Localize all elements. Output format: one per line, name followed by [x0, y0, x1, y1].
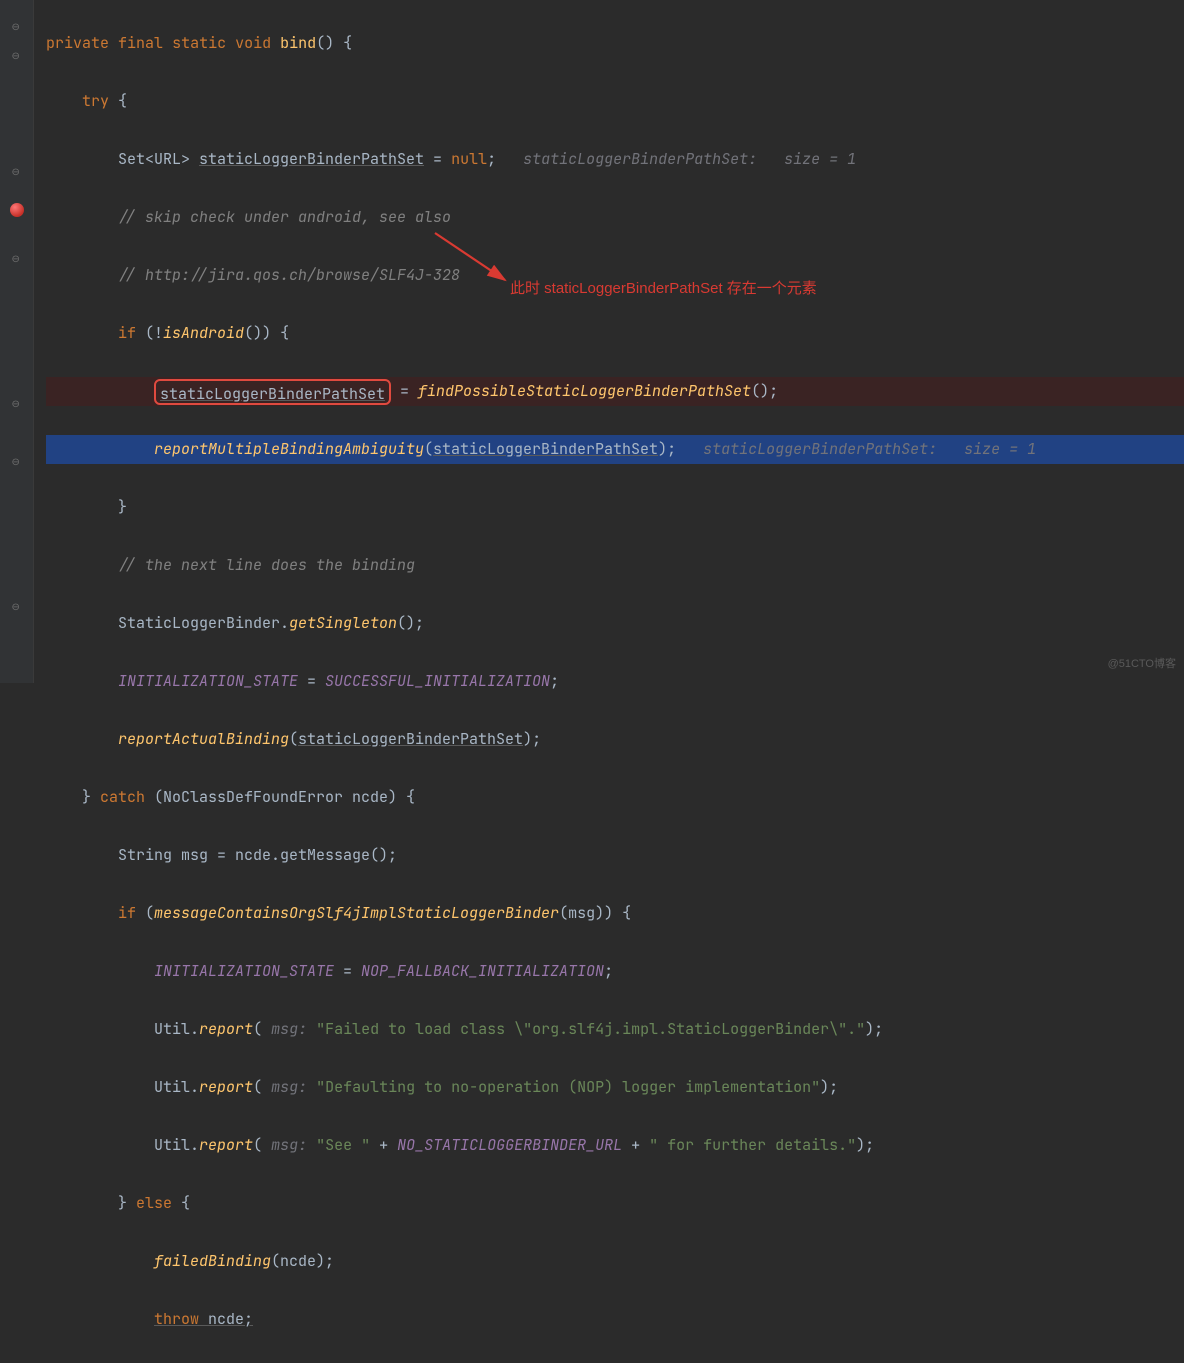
code-line-execution[interactable]: reportMultipleBindingAmbiguity(staticLog… — [46, 435, 1184, 464]
fold-icon[interactable]: ⊖ — [12, 457, 22, 467]
breakpoint-icon[interactable] — [10, 203, 24, 217]
code-line[interactable]: if (messageContainsOrgSlf4jImplStaticLog… — [46, 899, 1184, 928]
code-editor[interactable]: private final static void bind() { try {… — [34, 0, 1184, 683]
fold-icon[interactable]: ⊖ — [12, 167, 22, 177]
code-line[interactable]: private final static void bind() { — [46, 29, 1184, 58]
param-hint: msg: — [271, 1135, 316, 1155]
code-line[interactable]: INITIALIZATION_STATE = NOP_FALLBACK_INIT… — [46, 957, 1184, 986]
code-line-breakpoint[interactable]: staticLoggerBinderPathSet = findPossible… — [46, 377, 1184, 406]
fold-icon[interactable]: ⊖ — [12, 602, 22, 612]
code-line[interactable]: failedBinding(ncde); — [46, 1247, 1184, 1276]
code-line[interactable]: String msg = ncde.getMessage(); — [46, 841, 1184, 870]
editor-gutter[interactable]: ⊖ ⊖ ⊖ ⊖ ⊖ ⊖ ⊖ — [0, 0, 34, 683]
code-line[interactable]: throw ncde; — [46, 1305, 1184, 1334]
code-line[interactable]: } else { — [46, 1189, 1184, 1218]
watermark: @51CTO博客 — [1108, 650, 1176, 679]
inline-hint: staticLoggerBinderPathSet: size = 1 — [703, 439, 1036, 459]
highlight-box: staticLoggerBinderPathSet — [154, 379, 391, 405]
code-line[interactable]: Set<URL> staticLoggerBinderPathSet = nul… — [46, 145, 1184, 174]
code-line[interactable]: try { — [46, 87, 1184, 116]
code-line[interactable]: } — [46, 493, 1184, 522]
param-hint: msg: — [271, 1019, 316, 1039]
code-line[interactable]: if (!isAndroid()) { — [46, 319, 1184, 348]
param-hint: msg: — [271, 1077, 316, 1097]
code-line[interactable]: reportActualBinding(staticLoggerBinderPa… — [46, 725, 1184, 754]
annotation-text: 此时 staticLoggerBinderPathSet 存在一个元素 — [510, 274, 817, 303]
code-line[interactable]: } catch (NoClassDefFoundError ncde) { — [46, 783, 1184, 812]
inline-hint: staticLoggerBinderPathSet: size = 1 — [523, 149, 856, 169]
fold-icon[interactable]: ⊖ — [12, 254, 22, 264]
code-line[interactable]: StaticLoggerBinder.getSingleton(); — [46, 609, 1184, 638]
fold-icon[interactable]: ⊖ — [12, 22, 22, 32]
code-line[interactable]: Util.report( msg: "See " + NO_STATICLOGG… — [46, 1131, 1184, 1160]
code-line[interactable]: INITIALIZATION_STATE = SUCCESSFUL_INITIA… — [46, 667, 1184, 696]
fold-icon[interactable]: ⊖ — [12, 51, 22, 61]
code-line[interactable]: // the next line does the binding — [46, 551, 1184, 580]
code-line[interactable]: Util.report( msg: "Failed to load class … — [46, 1015, 1184, 1044]
code-line[interactable]: Util.report( msg: "Defaulting to no-oper… — [46, 1073, 1184, 1102]
code-line[interactable]: // skip check under android, see also — [46, 203, 1184, 232]
fold-icon[interactable]: ⊖ — [12, 399, 22, 409]
